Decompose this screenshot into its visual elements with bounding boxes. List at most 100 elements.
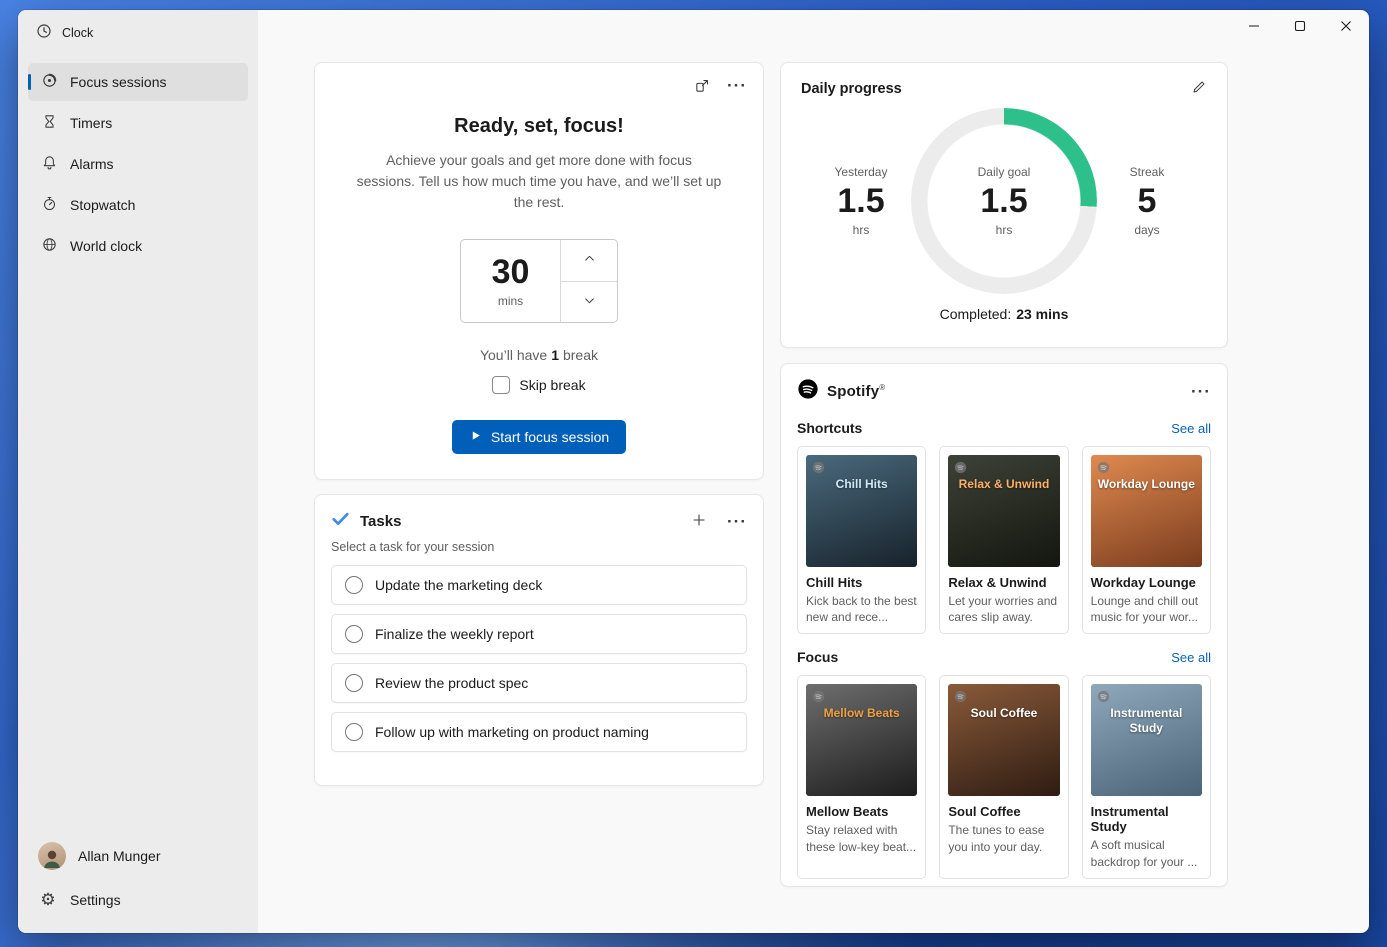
playlist-cover: Mellow Beats: [806, 684, 917, 796]
clock-app-window: Clock Focus sessions Timers Alarms: [18, 10, 1369, 933]
decrease-duration-button[interactable]: [561, 281, 617, 323]
sidebar-item-label: World clock: [70, 238, 142, 254]
minimize-button[interactable]: [1231, 10, 1277, 41]
task-radio[interactable]: [345, 576, 363, 594]
break-count: 1: [551, 347, 559, 363]
task-label: Review the product spec: [375, 675, 528, 691]
duration-value: 30 mins: [461, 240, 561, 322]
task-label: Follow up with marketing on product nami…: [375, 724, 649, 740]
yesterday-stat: Yesterday 1.5 hrs: [823, 165, 899, 236]
focus-see-all-link[interactable]: See all: [1171, 650, 1211, 665]
tasks-card: Tasks ··· Select a task for your session…: [314, 494, 764, 786]
selected-indicator: [28, 74, 31, 90]
task-row[interactable]: Update the marketing deck: [331, 565, 747, 605]
task-radio[interactable]: [345, 723, 363, 741]
section-title: Shortcuts: [797, 420, 862, 436]
focus-subtitle: Achieve your goals and get more done wit…: [355, 150, 723, 213]
playlist-card-soul-coffee[interactable]: Soul Coffee Soul Coffee The tunes to eas…: [939, 675, 1068, 878]
duration-unit: mins: [498, 294, 523, 308]
shortcuts-section-header: Shortcuts See all: [797, 420, 1211, 436]
task-row[interactable]: Finalize the weekly report: [331, 614, 747, 654]
playlist-desc: The tunes to ease you into your day.: [948, 822, 1059, 854]
completed-line: Completed: 23 mins: [801, 306, 1207, 322]
user-name: Allan Munger: [78, 848, 161, 864]
sidebar-item-label: Timers: [70, 115, 112, 131]
progress-ring-wrap: Daily goal 1.5 hrs: [911, 108, 1097, 294]
yesterday-unit: hrs: [823, 223, 899, 237]
stepper-buttons: [561, 240, 617, 322]
playlist-cover: Chill Hits: [806, 455, 917, 567]
playlist-card-relax-unwind[interactable]: Relax & Unwind Relax & Unwind Let your w…: [939, 446, 1068, 634]
avatar: [38, 842, 66, 870]
titlebar: [258, 10, 1369, 54]
sidebar-item-settings[interactable]: ⚙ Settings: [28, 879, 248, 921]
sidebar-item-stopwatch[interactable]: Stopwatch: [28, 186, 248, 224]
sidebar-item-focus-sessions[interactable]: Focus sessions: [28, 63, 248, 101]
gear-icon: ⚙: [38, 890, 58, 910]
task-row[interactable]: Review the product spec: [331, 663, 747, 703]
sidebar-item-timers[interactable]: Timers: [28, 104, 248, 142]
playlist-card-mellow-beats[interactable]: Mellow Beats Mellow Beats Stay relaxed w…: [797, 675, 926, 878]
playlist-name: Mellow Beats: [806, 804, 917, 819]
playlist-desc: Stay relaxed with these low-key beat...: [806, 822, 917, 854]
duration-stepper: 30 mins: [460, 239, 618, 323]
main-area: ··· Ready, set, focus! Achieve your goal…: [258, 10, 1369, 933]
popout-button[interactable]: [694, 77, 711, 94]
sidebar-item-world-clock[interactable]: World clock: [28, 227, 248, 265]
edit-goal-button[interactable]: [1191, 79, 1207, 98]
ring-center: Daily goal 1.5 hrs: [911, 108, 1097, 294]
ellipsis-icon: ···: [1191, 383, 1211, 400]
playlist-desc: Let your worries and cares slip away.: [948, 593, 1059, 625]
spotify-more-button[interactable]: ···: [1191, 383, 1211, 400]
break-info: You’ll have 1 break: [355, 347, 723, 363]
playlist-cover-title: Chill Hits: [810, 477, 913, 492]
chevron-down-icon: [583, 294, 596, 310]
task-radio[interactable]: [345, 625, 363, 643]
close-button[interactable]: [1323, 10, 1369, 41]
maximize-button[interactable]: [1277, 10, 1323, 41]
start-button-label: Start focus session: [491, 429, 609, 445]
sidebar-item-alarms[interactable]: Alarms: [28, 145, 248, 183]
playlist-name: Soul Coffee: [948, 804, 1059, 819]
playlist-name: Instrumental Study: [1091, 804, 1202, 834]
playlist-card-chill-hits[interactable]: Chill Hits Chill Hits Kick back to the b…: [797, 446, 926, 634]
tasks-more-button[interactable]: ···: [727, 513, 747, 530]
playlist-cover-title: Workday Lounge: [1095, 477, 1198, 492]
playlist-cover: Soul Coffee: [948, 684, 1059, 796]
increase-duration-button[interactable]: [561, 240, 617, 281]
task-row[interactable]: Follow up with marketing on product nami…: [331, 712, 747, 752]
globe-icon: [41, 236, 58, 256]
playlist-name: Workday Lounge: [1091, 575, 1202, 590]
completed-value: 23 mins: [1016, 306, 1068, 322]
playlist-desc: Lounge and chill out music for your wor.…: [1091, 593, 1202, 625]
stopwatch-icon: [41, 195, 58, 215]
bell-icon: [41, 154, 58, 174]
focus-sessions-icon: [41, 72, 58, 92]
app-title: Clock: [62, 26, 93, 40]
sidebar-item-label: Alarms: [70, 156, 114, 172]
start-focus-session-button[interactable]: Start focus session: [452, 420, 626, 454]
streak-value: 5: [1109, 183, 1185, 220]
playlist-card-instrumental-study[interactable]: Instrumental Study Instrumental Study A …: [1082, 675, 1211, 878]
hourglass-icon: [41, 113, 58, 133]
skip-break-checkbox[interactable]: [492, 376, 510, 394]
streak-stat: Streak 5 days: [1109, 165, 1185, 236]
skip-break-label: Skip break: [519, 377, 585, 393]
spotify-logo-icon: [797, 378, 819, 405]
user-profile-item[interactable]: Allan Munger: [28, 835, 248, 877]
spotify-card: Spotify® ··· Shortcuts See all Chi: [780, 363, 1228, 887]
playlist-cover: Workday Lounge: [1091, 455, 1202, 567]
break-prefix: You’ll have: [480, 347, 547, 363]
more-options-button[interactable]: ···: [727, 77, 747, 94]
shortcuts-see-all-link[interactable]: See all: [1171, 421, 1211, 436]
task-radio[interactable]: [345, 674, 363, 692]
sidebar-item-label: Focus sessions: [70, 74, 166, 90]
playlist-cover: Instrumental Study: [1091, 684, 1202, 796]
playlist-cover-title: Mellow Beats: [810, 706, 913, 721]
sidebar-spacer: [18, 268, 258, 833]
yesterday-label: Yesterday: [823, 165, 899, 179]
playlist-card-workday-lounge[interactable]: Workday Lounge Workday Lounge Lounge and…: [1082, 446, 1211, 634]
play-icon: [469, 429, 482, 445]
sidebar-nav: Focus sessions Timers Alarms Stopwatch: [18, 60, 258, 268]
add-task-button[interactable]: [691, 512, 707, 531]
